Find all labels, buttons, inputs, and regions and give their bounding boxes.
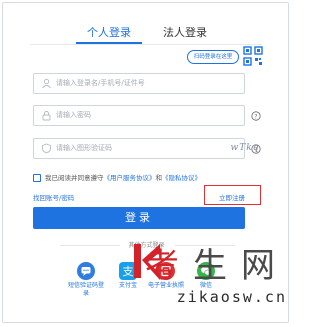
tab-personal-login[interactable]: 个人登录 <box>76 24 142 40</box>
watermark-text: 考生网 <box>145 246 289 286</box>
sms-icon <box>77 262 95 280</box>
agreement-row: 我已阅读并同意遵守《用户服务协议》和《隐私协议》 <box>33 172 201 182</box>
captcha-input[interactable]: 请输入图形验证码 wTkq <box>33 138 258 159</box>
captcha-help-icon[interactable]: ? <box>251 144 261 154</box>
sms-login-method[interactable]: 短信验证码登录 <box>66 262 106 298</box>
privacy-agreement-link[interactable]: 《隐私协议》 <box>162 174 201 182</box>
login-button[interactable]: 登录 <box>33 207 245 229</box>
captcha-image[interactable]: wTkq <box>217 141 273 156</box>
account-input[interactable]: 请输入登录名/手机号/证件号 <box>33 73 245 94</box>
password-input[interactable]: 请输入密码 <box>33 105 245 126</box>
tab-corporate-login[interactable]: 法人登录 <box>152 24 218 40</box>
qr-login-hint: 扫码登录在这里 <box>187 50 239 64</box>
qr-code-icon[interactable] <box>242 45 264 67</box>
tabs-divider <box>30 44 262 45</box>
register-link[interactable]: 立即注册 <box>219 192 245 202</box>
site-watermark: 考生网 zikaosw.cn <box>120 230 293 327</box>
active-tab-indicator <box>76 42 142 44</box>
captcha-placeholder: 请输入图形验证码 <box>56 144 112 152</box>
password-placeholder: 请输入密码 <box>56 111 91 119</box>
watermark-url: zikaosw.cn <box>176 288 287 306</box>
account-placeholder: 请输入登录名/手机号/证件号 <box>56 79 145 87</box>
svg-text:?: ? <box>254 113 257 120</box>
service-agreement-link[interactable]: 《用户服务协议》 <box>104 174 156 182</box>
shield-icon <box>42 143 51 154</box>
lock-icon <box>42 111 51 121</box>
agreement-text: 我已阅读并同意遵守 <box>45 174 104 182</box>
password-help-icon[interactable]: ? <box>251 111 261 121</box>
find-account-link[interactable]: 找回账号/密码 <box>33 192 74 202</box>
user-icon <box>42 78 51 89</box>
sms-login-label: 短信验证码登录 <box>67 282 104 297</box>
svg-text:?: ? <box>254 146 257 153</box>
agreement-checkbox[interactable] <box>33 174 41 182</box>
